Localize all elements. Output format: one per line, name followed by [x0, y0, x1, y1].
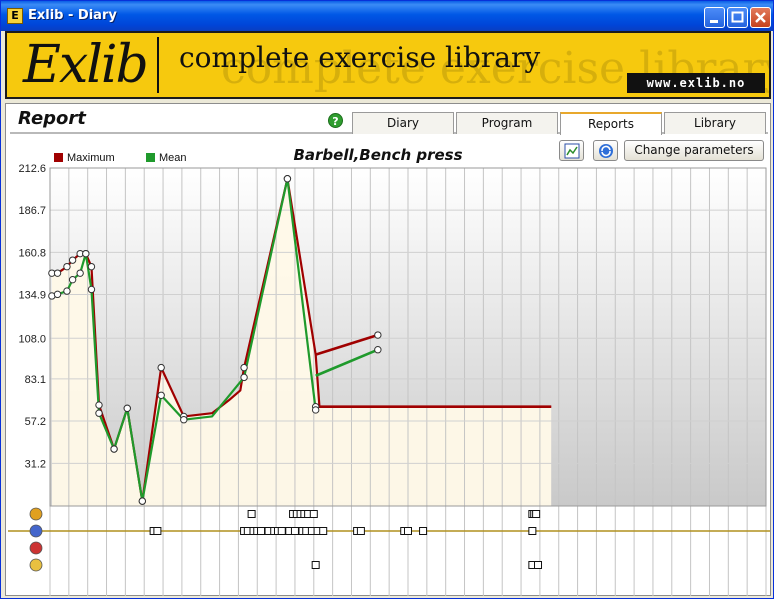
data-point-maximum: [95, 401, 103, 409]
logo-divider: [157, 37, 159, 93]
minimize-button[interactable]: [704, 7, 725, 28]
y-tick-label: 186.7: [18, 205, 46, 217]
y-tick-label: 57.2: [25, 416, 46, 428]
event-marker: [277, 527, 286, 535]
exlib-logo: Exlib: [23, 35, 149, 95]
data-point-mean: [68, 275, 77, 284]
legend-swatch-maximum: [54, 153, 63, 162]
data-point-mean: [180, 416, 188, 424]
data-point-maximum: [157, 363, 165, 372]
data-point-maximum: [374, 331, 382, 339]
refresh-button[interactable]: [593, 140, 618, 161]
data-point-mean: [110, 445, 118, 453]
data-point-mean: [374, 345, 382, 354]
chart-type-button[interactable]: [559, 140, 584, 161]
exlib-app-icon[interactable]: E: [7, 8, 23, 24]
legend-label-mean: Mean: [159, 152, 187, 164]
tab-library[interactable]: Library: [664, 112, 766, 134]
maximize-icon: [731, 11, 744, 23]
dumbbell-icon: [29, 524, 43, 538]
event-marker: [419, 527, 428, 535]
data-point-mean: [123, 404, 131, 413]
bench-press-chart: 212.6186.7160.8134.9108.083.157.231.2May…: [8, 146, 770, 596]
event-marker: [534, 561, 543, 569]
report-header: Report: [10, 104, 350, 134]
tab-reports[interactable]: Reports: [560, 112, 662, 135]
event-marker: [309, 510, 318, 518]
window-title: Exlib - Diary: [28, 8, 117, 23]
data-point-mean: [82, 249, 90, 258]
data-point-maximum: [240, 363, 248, 372]
tab-diary[interactable]: Diary: [352, 112, 454, 134]
chart-area: 212.6186.7160.8134.9108.083.157.231.2May…: [6, 138, 772, 596]
app-window: E Exlib - Diary Exlib complete exercise …: [0, 0, 774, 599]
event-marker: [153, 527, 162, 535]
refresh-icon: [598, 144, 613, 158]
event-marker: [532, 510, 541, 518]
data-point-mean: [95, 409, 103, 417]
y-tick-label: 31.2: [25, 458, 46, 470]
data-point-mean: [87, 285, 96, 294]
data-point-mean: [240, 373, 248, 382]
data-point-maximum: [68, 256, 77, 264]
tab-program[interactable]: Program: [456, 112, 558, 134]
heart-icon: [29, 541, 43, 555]
data-point-maximum: [53, 269, 62, 277]
data-point-mean: [157, 391, 165, 399]
page-title: Report: [18, 108, 86, 129]
event-marker: [528, 527, 537, 535]
y-tick-label: 83.1: [25, 374, 46, 386]
event-marker: [257, 527, 266, 535]
data-point-mean: [138, 497, 147, 505]
data-point-mean: [283, 175, 292, 183]
slogan: complete exercise library: [179, 41, 541, 74]
legend-label-maximum: Maximum: [67, 152, 115, 164]
data-point-maximum: [63, 262, 71, 271]
data-point-maximum: [87, 262, 96, 271]
event-marker: [356, 527, 365, 535]
y-tick-label: 108.0: [18, 333, 46, 345]
event-marker: [247, 510, 256, 518]
close-button[interactable]: [750, 7, 771, 28]
minimize-icon: [710, 20, 718, 23]
y-tick-label: 134.9: [18, 290, 46, 302]
line-chart-icon: [564, 143, 579, 159]
change-parameters-button[interactable]: Change parameters: [624, 140, 764, 161]
legend-swatch-mean: [146, 153, 155, 162]
data-point-mean: [63, 287, 71, 295]
chart-title: Barbell,Bench press: [293, 146, 462, 164]
event-marker: [311, 561, 320, 569]
event-marker: [319, 527, 328, 535]
close-icon: [755, 12, 766, 23]
y-tick-label: 160.8: [18, 247, 46, 259]
website-url[interactable]: www.exlib.no: [627, 73, 765, 93]
data-point-mean: [76, 269, 84, 277]
report-panel: Report ? Diary Program Reports Library 2…: [5, 103, 771, 596]
exlib-banner: Exlib complete exercise library complete…: [5, 31, 771, 99]
event-marker: [404, 527, 412, 535]
help-icon[interactable]: ?: [328, 113, 343, 128]
clock-icon: [29, 507, 43, 521]
event-marker: [290, 527, 299, 535]
title-bar[interactable]: E Exlib - Diary: [1, 1, 773, 31]
notes-icon: [29, 558, 43, 572]
data-point-mean: [311, 406, 320, 414]
maximize-button[interactable]: [727, 7, 748, 28]
data-point-mean: [53, 290, 62, 299]
y-tick-label: 212.6: [18, 163, 46, 175]
